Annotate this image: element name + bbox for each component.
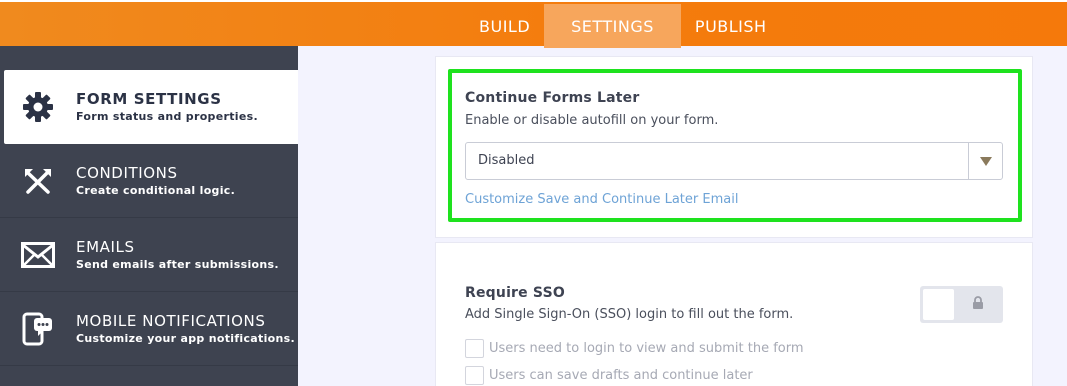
sidebar-item-conditions[interactable]: CONDITIONS Create conditional logic. xyxy=(0,144,298,218)
checkbox-label: Users can save drafts and continue later xyxy=(489,368,753,383)
sidebar-item-title: MOBILE NOTIFICATIONS xyxy=(76,311,266,330)
checkbox-label: Users need to login to view and submit t… xyxy=(489,341,804,356)
require-sso-description: Add Single Sign-On (SSO) login to fill o… xyxy=(465,307,794,322)
sidebar-item-form-settings[interactable]: FORM SETTINGS Form status and properties… xyxy=(4,70,298,144)
require-sso-title: Require SSO xyxy=(465,285,565,301)
tab-publish[interactable]: PUBLISH xyxy=(681,4,781,48)
customize-email-link[interactable]: Customize Save and Continue Later Email xyxy=(465,192,738,207)
mobile-notification-icon xyxy=(0,312,76,346)
sso-option-save-drafts[interactable]: Users can save drafts and continue later xyxy=(465,366,753,385)
sidebar-item-title: FORM SETTINGS xyxy=(76,90,222,108)
select-divider xyxy=(968,143,969,179)
lock-icon xyxy=(973,296,983,309)
autofill-select-value: Disabled xyxy=(478,153,535,168)
sidebar: FORM SETTINGS Form status and properties… xyxy=(0,46,298,386)
sidebar-item-subtitle: Form status and properties. xyxy=(76,110,258,123)
conditions-icon xyxy=(0,165,76,197)
checkbox[interactable] xyxy=(465,339,484,358)
sidebar-item-emails[interactable]: EMAILS Send emails after submissions. xyxy=(0,218,298,292)
sso-toggle[interactable] xyxy=(920,286,1003,323)
envelope-icon xyxy=(0,241,76,268)
tab-build[interactable]: BUILD xyxy=(465,4,544,48)
sidebar-item-subtitle: Customize your app notifications. xyxy=(76,331,295,345)
toggle-knob xyxy=(923,289,954,320)
chevron-down-icon xyxy=(980,157,992,166)
sso-option-login-required[interactable]: Users need to login to view and submit t… xyxy=(465,339,804,358)
sidebar-item-subtitle: Send emails after submissions. xyxy=(76,257,279,271)
sidebar-item-subtitle: Create conditional logic. xyxy=(76,183,236,197)
sidebar-item-title: EMAILS xyxy=(76,237,135,256)
sidebar-item-mobile-notifications[interactable]: MOBILE NOTIFICATIONS Customize your app … xyxy=(0,292,298,366)
continue-later-title: Continue Forms Later xyxy=(465,90,640,106)
sidebar-item-title: CONDITIONS xyxy=(76,163,178,182)
autofill-select[interactable]: Disabled xyxy=(465,142,1003,180)
top-nav-bar: BUILD SETTINGS PUBLISH xyxy=(0,0,1067,48)
tab-settings[interactable]: SETTINGS xyxy=(544,4,681,48)
top-nav-tabs: BUILD SETTINGS PUBLISH xyxy=(465,4,781,48)
continue-later-description: Enable or disable autofill on your form. xyxy=(465,113,719,128)
checkbox[interactable] xyxy=(465,366,484,385)
gear-icon xyxy=(0,91,76,123)
